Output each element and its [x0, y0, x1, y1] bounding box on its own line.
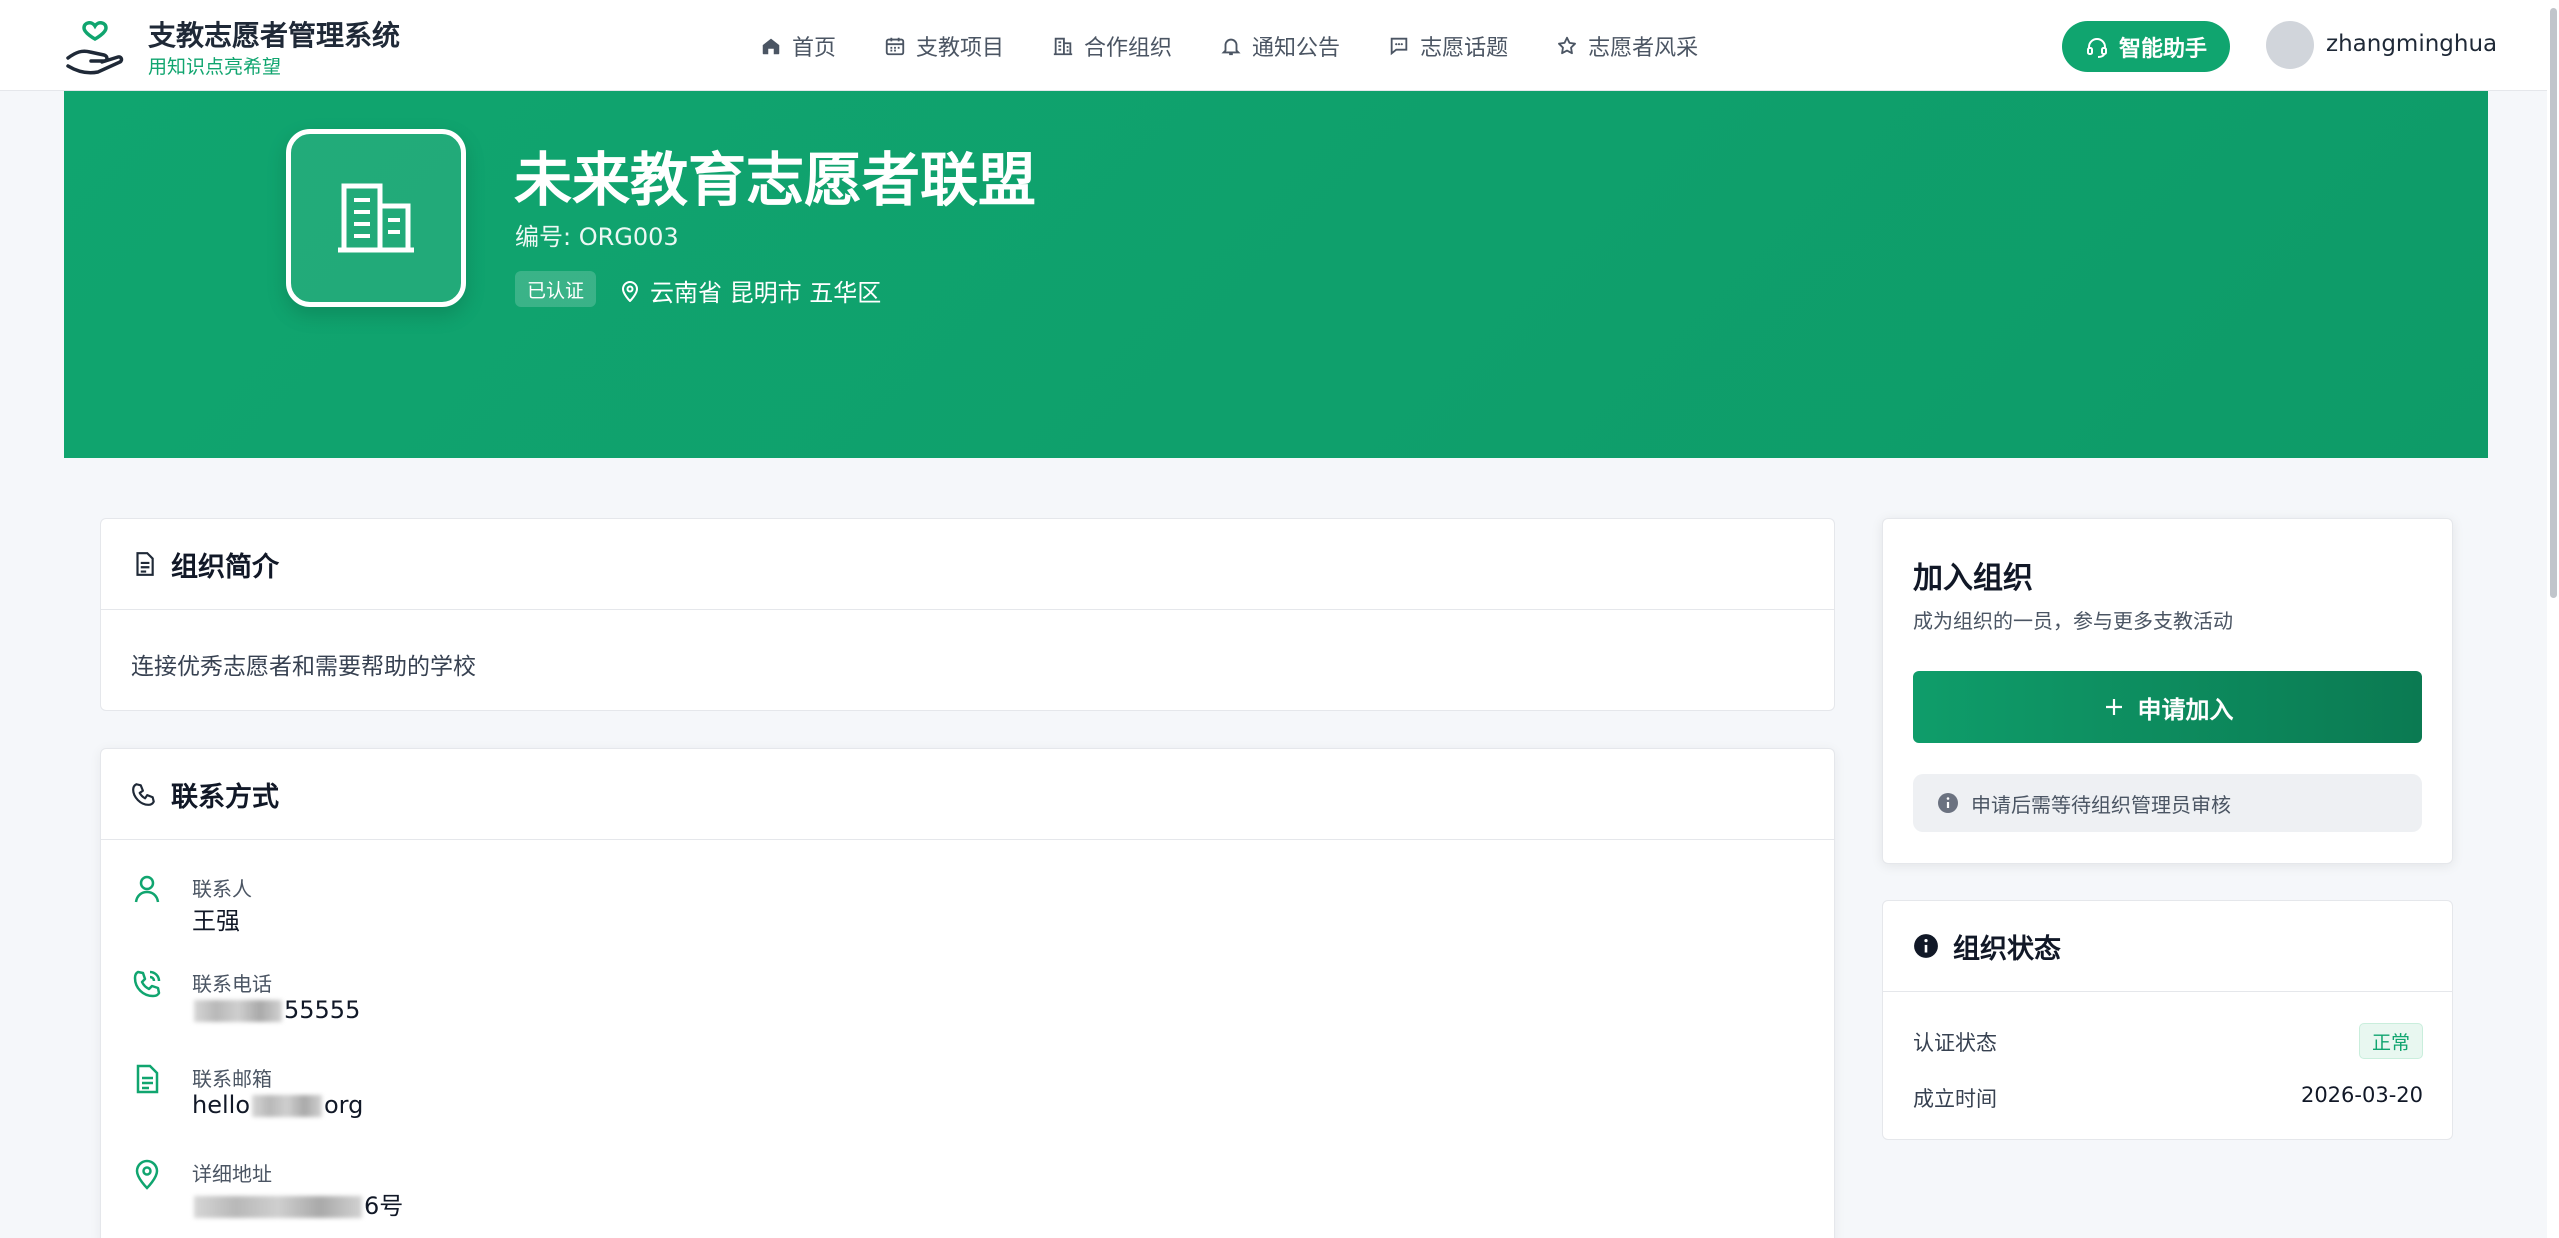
- bell-icon: [1221, 38, 1241, 55]
- contact-row-phone: 联系电话 55555: [131, 968, 1631, 1048]
- apply-join-button[interactable]: 申请加入: [1913, 671, 2422, 743]
- contact-title: 联系方式: [171, 781, 279, 813]
- contact-address-value: 6号: [192, 1186, 403, 1221]
- organization-intro-card: 组织简介 连接优秀志愿者和需要帮助的学校: [100, 518, 1835, 711]
- organization-hero-banner: 未来教育志愿者联盟 编号: ORG003 已认证 云南省 昆明市 五华区: [64, 91, 2488, 458]
- nav-item-home[interactable]: 首页: [760, 30, 836, 62]
- founded-date-value: 2026-03-20: [2300, 1083, 2423, 1107]
- organization-logo-tile: [286, 129, 466, 307]
- nav-label-projects: 支教项目: [916, 35, 1005, 61]
- star-icon: [1558, 36, 1577, 54]
- contact-row-person: 联系人 王强: [131, 873, 1631, 953]
- certification-status-label: 认证状态: [1913, 1031, 1997, 1055]
- nav-item-projects[interactable]: 支教项目: [884, 30, 1004, 62]
- join-title: 加入组织: [1913, 561, 2033, 596]
- contact-address-visible-end: 6号: [364, 1192, 404, 1220]
- main-nav: 首页 支教项目 合作组织 通知公告 志愿话题 志愿者风采: [760, 0, 1698, 91]
- contact-row-address: 详细地址 6号: [131, 1158, 1631, 1238]
- nav-item-topics[interactable]: 志愿话题: [1388, 30, 1508, 62]
- certification-status-badge: 正常: [2358, 1023, 2423, 1059]
- contact-phone-label: 联系电话: [192, 972, 272, 996]
- status-row-founded: 成立时间 2026-03-20: [1913, 1079, 2423, 1115]
- document-text-icon: [131, 1063, 167, 1099]
- calendar-icon: [885, 37, 905, 55]
- building-icon: [1053, 37, 1073, 55]
- home-icon: [762, 38, 780, 54]
- nav-item-volunteer-showcase[interactable]: 志愿者风采: [1556, 30, 1698, 62]
- document-icon: [136, 552, 154, 576]
- contact-address-label: 详细地址: [192, 1162, 272, 1186]
- contact-phone-value: 55555: [192, 996, 360, 1024]
- intro-card-header: 组织简介: [101, 519, 1834, 610]
- status-title: 组织状态: [1953, 933, 2061, 965]
- redacted-blur: [194, 1196, 362, 1218]
- contact-person-value: 王强: [192, 907, 240, 935]
- nav-label-notices: 通知公告: [1252, 35, 1341, 61]
- contact-email-visible-start: hello: [192, 1091, 250, 1119]
- verified-badge: 已认证: [515, 271, 597, 307]
- phone-icon: [132, 783, 155, 806]
- top-navbar: 支教志愿者管理系统 用知识点亮希望 首页 支教项目 合作组织 通知公告 志愿话题…: [0, 0, 2559, 91]
- nav-label-home: 首页: [792, 35, 837, 61]
- chat-icon: [1390, 37, 1408, 55]
- user-icon: [131, 873, 167, 909]
- ai-assistant-label: 智能助手: [2118, 36, 2207, 62]
- info-icon: [1938, 793, 1958, 813]
- hand-heart-logo-icon[interactable]: [64, 16, 126, 76]
- location-pin-icon: [621, 280, 639, 302]
- scrollbar-thumb[interactable]: [2550, 8, 2557, 598]
- brand-title: 支教志愿者管理系统: [148, 19, 401, 52]
- organization-status-card: 组织状态 认证状态 正常 成立时间 2026-03-20: [1882, 900, 2453, 1140]
- nav-label-topics: 志愿话题: [1420, 35, 1509, 61]
- organization-code: 编号: ORG003: [515, 223, 679, 251]
- contact-card-header: 联系方式: [101, 749, 1834, 840]
- nav-label-volunteer-showcase: 志愿者风采: [1588, 35, 1699, 61]
- location-pin-icon: [131, 1158, 167, 1194]
- phone-call-icon: [131, 968, 167, 1004]
- join-subtitle: 成为组织的一员，参与更多支教活动: [1913, 609, 2233, 633]
- redacted-blur: [194, 1000, 282, 1022]
- brand-subtitle: 用知识点亮希望: [148, 56, 282, 78]
- contact-email-visible-end: org: [324, 1091, 364, 1119]
- join-note-text: 申请后需等待组织管理员审核: [1971, 792, 2231, 817]
- join-review-note: 申请后需等待组织管理员审核: [1913, 774, 2422, 832]
- apply-join-label: 申请加入: [2137, 695, 2234, 724]
- intro-text: 连接优秀志愿者和需要帮助的学校: [131, 654, 476, 680]
- contact-info-card: 联系方式 联系人 王强 联系电话 55555 联系邮箱 hello org 详细地…: [100, 748, 1835, 1238]
- building-icon: [338, 183, 414, 253]
- intro-title: 组织简介: [171, 551, 279, 583]
- contact-phone-visible-end: 55555: [284, 996, 361, 1024]
- organization-location: 云南省 昆明市 五华区: [620, 273, 881, 308]
- contact-email-value: hello org: [192, 1091, 363, 1119]
- status-row-certification: 认证状态 正常: [1913, 1023, 2423, 1059]
- organization-name: 未来教育志愿者联盟: [514, 146, 1037, 214]
- redacted-blur: [252, 1095, 322, 1117]
- contact-email-label: 联系邮箱: [192, 1067, 272, 1091]
- ai-assistant-button[interactable]: 智能助手: [2062, 21, 2230, 72]
- join-organization-card: 加入组织 成为组织的一员，参与更多支教活动 申请加入 申请后需等待组织管理员审核: [1882, 518, 2453, 864]
- contact-person-label: 联系人: [192, 877, 252, 901]
- location-text: 云南省 昆明市 五华区: [650, 279, 882, 307]
- status-card-header: 组织状态: [1883, 901, 2452, 992]
- plus-icon: [2105, 699, 2122, 715]
- contact-row-email: 联系邮箱 hello org: [131, 1063, 1631, 1143]
- headset-icon: [2086, 37, 2107, 58]
- founded-date-label: 成立时间: [1913, 1087, 1997, 1111]
- nav-item-notices[interactable]: 通知公告: [1220, 30, 1340, 62]
- nav-label-organizations: 合作组织: [1084, 35, 1173, 61]
- username[interactable]: zhangminghua: [2326, 31, 2497, 57]
- user-avatar[interactable]: [2266, 21, 2314, 69]
- info-icon: [1914, 934, 1938, 958]
- nav-item-organizations[interactable]: 合作组织: [1052, 30, 1172, 62]
